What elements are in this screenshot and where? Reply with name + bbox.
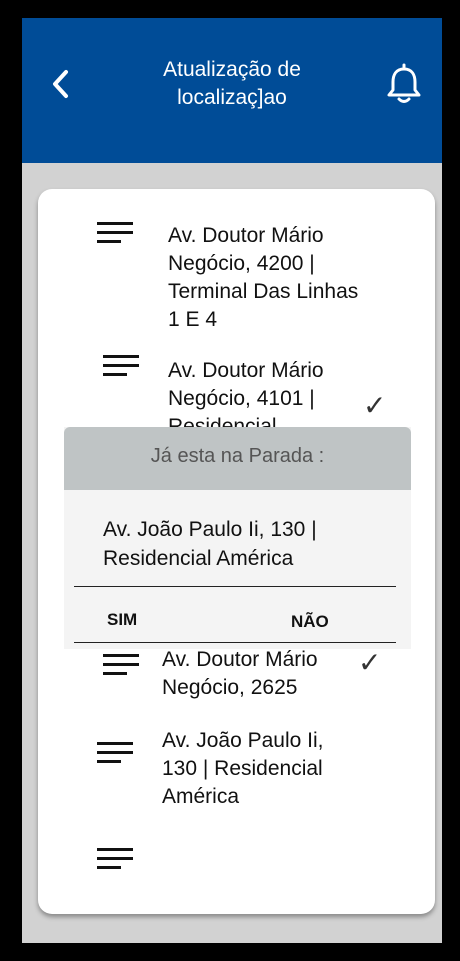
page-title-line-2: localizaç]ao bbox=[177, 86, 287, 109]
drag-handle-icon[interactable] bbox=[103, 654, 141, 678]
phone-screen: Atualização de localizaç]ao Av. Doutor M… bbox=[22, 18, 442, 943]
yes-button[interactable]: SIM bbox=[107, 610, 137, 630]
chevron-left-icon[interactable] bbox=[46, 66, 76, 102]
confirm-stop-dialog: Já esta na Parada : Av. João Paulo Ii, 1… bbox=[64, 427, 411, 649]
drag-handle-icon[interactable] bbox=[97, 848, 135, 872]
check-icon: ✓ bbox=[363, 390, 387, 421]
stop-address: Av. Doutor Mário Negócio, 2625 bbox=[162, 648, 318, 699]
dialog-title: Já esta na Parada : bbox=[150, 445, 325, 467]
no-button[interactable]: NÃO bbox=[291, 612, 329, 632]
check-icon: ✓ bbox=[358, 647, 382, 678]
drag-handle-icon[interactable] bbox=[103, 355, 141, 379]
app-header: Atualização de localizaç]ao bbox=[22, 18, 442, 163]
divider bbox=[74, 642, 396, 643]
page-title: Atualização de localizaç]ao bbox=[112, 56, 352, 112]
stop-address: Av. João Paulo Ii, 130 | Residencial Amé… bbox=[162, 729, 324, 808]
dialog-address: Av. João Paulo Ii, 130 | Residencial Amé… bbox=[103, 518, 317, 570]
drag-handle-icon[interactable] bbox=[97, 222, 135, 246]
dialog-header: Já esta na Parada : bbox=[64, 427, 411, 490]
stop-address: Av. Doutor Mário Negócio, 4200 | Termina… bbox=[168, 224, 359, 331]
divider bbox=[74, 586, 396, 587]
drag-handle-icon[interactable] bbox=[97, 742, 135, 766]
page-title-line-1: Atualização de bbox=[163, 58, 301, 81]
bell-icon[interactable] bbox=[384, 63, 424, 105]
